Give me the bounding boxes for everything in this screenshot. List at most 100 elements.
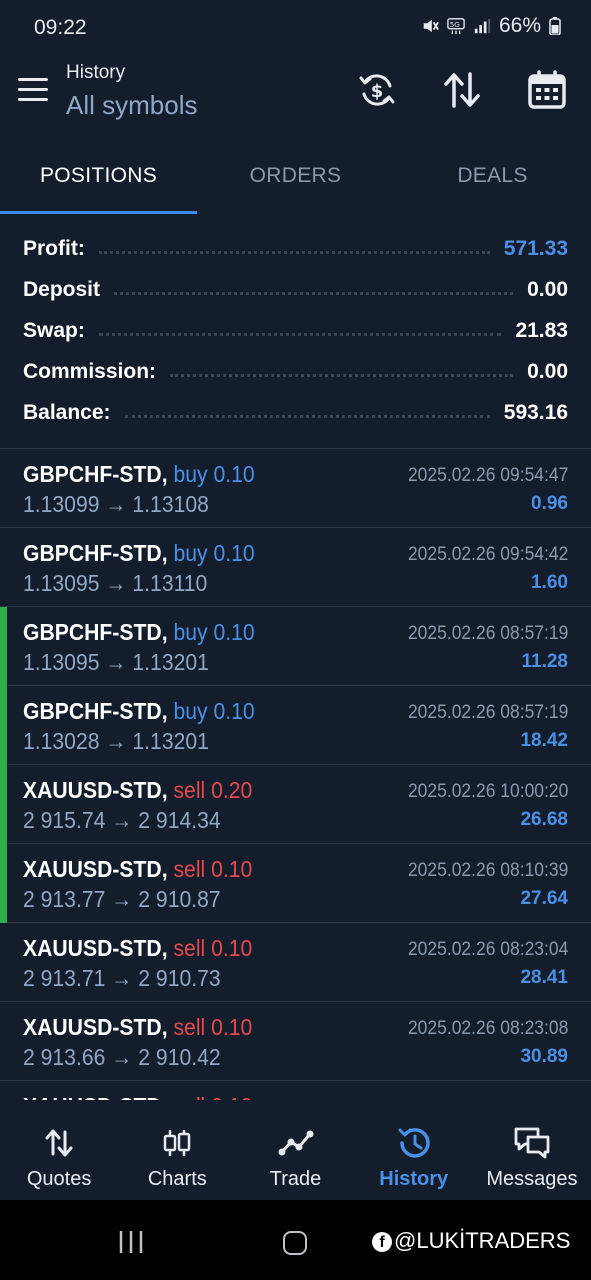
- summary-label: Profit:: [23, 236, 85, 260]
- open-price: 1.13095: [23, 649, 100, 675]
- close-price: 2 914.34: [138, 807, 221, 833]
- system-navigation-bar: f @LUKİTRADERS: [0, 1200, 591, 1280]
- trade-side: buy: [173, 461, 208, 487]
- close-price: 1.13110: [132, 570, 208, 596]
- recent-apps-icon[interactable]: [118, 1230, 144, 1254]
- position-time: 2025.02.26 09:54:42: [407, 544, 568, 565]
- messages-bubble-icon: [514, 1127, 550, 1159]
- trade-direction: sell 0.10: [173, 1014, 252, 1040]
- summary-row-deposit: Deposit 0.00: [23, 269, 568, 310]
- dotted-leader: [98, 251, 490, 254]
- price-range: 1.13095 → 1.13110: [23, 570, 207, 597]
- watermark-text: @LUKİTRADERS: [394, 1228, 571, 1253]
- home-button-icon[interactable]: [283, 1231, 307, 1255]
- open-price: 2 915.74: [23, 807, 106, 833]
- trade-side: sell: [173, 1093, 205, 1100]
- status-icons: 5G 66%: [421, 14, 561, 38]
- price-range: 2 913.77 → 2 910.87: [23, 886, 221, 913]
- summary-row-swap: Swap: 21.83: [23, 310, 568, 351]
- battery-icon: [549, 17, 561, 35]
- tab-orders[interactable]: ORDERS: [197, 146, 394, 214]
- calendar-icon[interactable]: [527, 70, 567, 110]
- trade-volume: 0.10: [213, 461, 255, 487]
- 5g-icon: 5G: [447, 18, 465, 35]
- open-price: 2 913.66: [23, 1044, 106, 1070]
- position-time: 2025.02.26 08:10:39: [407, 860, 568, 881]
- open-price: 1.13095: [23, 570, 100, 596]
- battery-level: 66%: [498, 14, 541, 37]
- position-row[interactable]: XAUUSD-STD, sell 0.10 2 913.77 → 2 910.87…: [0, 844, 591, 923]
- trade-direction: sell 0.10: [173, 856, 252, 882]
- position-profit: 18.42: [520, 730, 568, 751]
- history-clock-icon: [398, 1128, 430, 1158]
- nav-trade[interactable]: Trade: [236, 1100, 354, 1200]
- position-symbol: XAUUSD-STD, sell 0.10: [23, 856, 252, 883]
- position-row[interactable]: GBPCHF-STD, buy 0.10 1.13099 → 1.13108 202…: [0, 449, 591, 528]
- status-bar: 09:22 5G 66%: [0, 0, 591, 56]
- trade-volume: 0.10: [213, 619, 255, 645]
- tab-deals[interactable]: DEALS: [394, 146, 591, 214]
- tab-positions[interactable]: POSITIONS: [0, 146, 197, 214]
- nav-history[interactable]: History: [355, 1100, 473, 1200]
- summary-row-commission: Commission: 0.00: [23, 351, 568, 392]
- close-price: 1.13201: [132, 728, 209, 754]
- deposit-value: 0.00: [527, 277, 568, 301]
- symbol-name: XAUUSD-STD,: [23, 856, 168, 882]
- position-symbol: XAUUSD-STD, sell 0.10: [23, 1093, 252, 1100]
- nav-quotes[interactable]: Quotes: [0, 1100, 118, 1200]
- position-symbol: GBPCHF-STD, buy 0.10: [23, 461, 255, 488]
- arrow-right-icon: →: [105, 570, 127, 596]
- trade-side: buy: [173, 540, 208, 566]
- position-row[interactable]: XAUUSD-STD, sell 0.10: [0, 1081, 591, 1100]
- position-row[interactable]: XAUUSD-STD, sell 0.20 2 915.74 → 2 914.34…: [0, 765, 591, 844]
- trade-direction: buy 0.10: [173, 619, 254, 645]
- page-title: History: [66, 62, 126, 83]
- nav-charts[interactable]: Charts: [118, 1100, 236, 1200]
- position-symbol: GBPCHF-STD, buy 0.10: [23, 698, 255, 725]
- facebook-icon: f: [372, 1232, 392, 1252]
- position-symbol: XAUUSD-STD, sell 0.20: [23, 777, 252, 804]
- sort-icon[interactable]: [442, 70, 482, 110]
- position-row[interactable]: XAUUSD-STD, sell 0.10 2 913.71 → 2 910.73…: [0, 923, 591, 1002]
- position-row[interactable]: GBPCHF-STD, buy 0.10 1.13095 → 1.13110 202…: [0, 528, 591, 607]
- trade-direction: buy 0.10: [173, 698, 254, 724]
- summary-label: Commission:: [23, 359, 157, 383]
- close-price: 2 910.87: [138, 886, 221, 912]
- signal-icon: [474, 18, 491, 34]
- nav-messages[interactable]: Messages: [473, 1100, 591, 1200]
- position-row[interactable]: GBPCHF-STD, buy 0.10 1.13095 → 1.13201 202…: [0, 607, 591, 686]
- position-time: 2025.02.26 08:23:08: [407, 1018, 568, 1039]
- profit-value: 571.33: [503, 236, 568, 260]
- trade-direction: sell 0.20: [173, 777, 252, 803]
- summary-label: Deposit: [23, 277, 101, 301]
- position-symbol: GBPCHF-STD, buy 0.10: [23, 540, 255, 567]
- position-row[interactable]: GBPCHF-STD, buy 0.10 1.13028 → 1.13201 202…: [0, 686, 591, 765]
- symbol-name: GBPCHF-STD,: [23, 698, 168, 724]
- tab-bar: POSITIONS ORDERS DEALS: [0, 146, 591, 214]
- trade-line-icon: [278, 1130, 313, 1156]
- position-time: 2025.02.26 09:54:47: [407, 465, 568, 486]
- arrow-right-icon: →: [105, 728, 127, 754]
- arrow-right-icon: →: [111, 886, 133, 912]
- trade-volume: 0.10: [213, 540, 255, 566]
- symbol-name: GBPCHF-STD,: [23, 619, 168, 645]
- position-symbol: GBPCHF-STD, buy 0.10: [23, 619, 255, 646]
- close-price: 2 910.42: [138, 1044, 221, 1070]
- summary-label: Balance:: [23, 400, 111, 424]
- position-time: 2025.02.26 08:57:19: [407, 623, 568, 644]
- symbol-name: XAUUSD-STD,: [23, 777, 168, 803]
- svg-text:5G: 5G: [450, 20, 460, 29]
- menu-icon[interactable]: [18, 78, 48, 102]
- open-price: 1.13099: [23, 491, 100, 517]
- trade-volume: 0.10: [211, 1014, 253, 1040]
- open-price: 2 913.71: [23, 965, 106, 991]
- symbol-filter[interactable]: All symbols: [66, 90, 197, 121]
- trade-volume: 0.10: [213, 698, 255, 724]
- bottom-navigation: Quotes Charts Trade History Messages: [0, 1100, 591, 1200]
- trade-direction: buy 0.10: [173, 540, 254, 566]
- arrow-right-icon: →: [111, 1044, 133, 1070]
- currency-exchange-icon[interactable]: $: [357, 70, 397, 110]
- candlestick-icon: [164, 1130, 191, 1156]
- close-price: 1.13201: [132, 649, 209, 675]
- position-row[interactable]: XAUUSD-STD, sell 0.10 2 913.66 → 2 910.42…: [0, 1002, 591, 1081]
